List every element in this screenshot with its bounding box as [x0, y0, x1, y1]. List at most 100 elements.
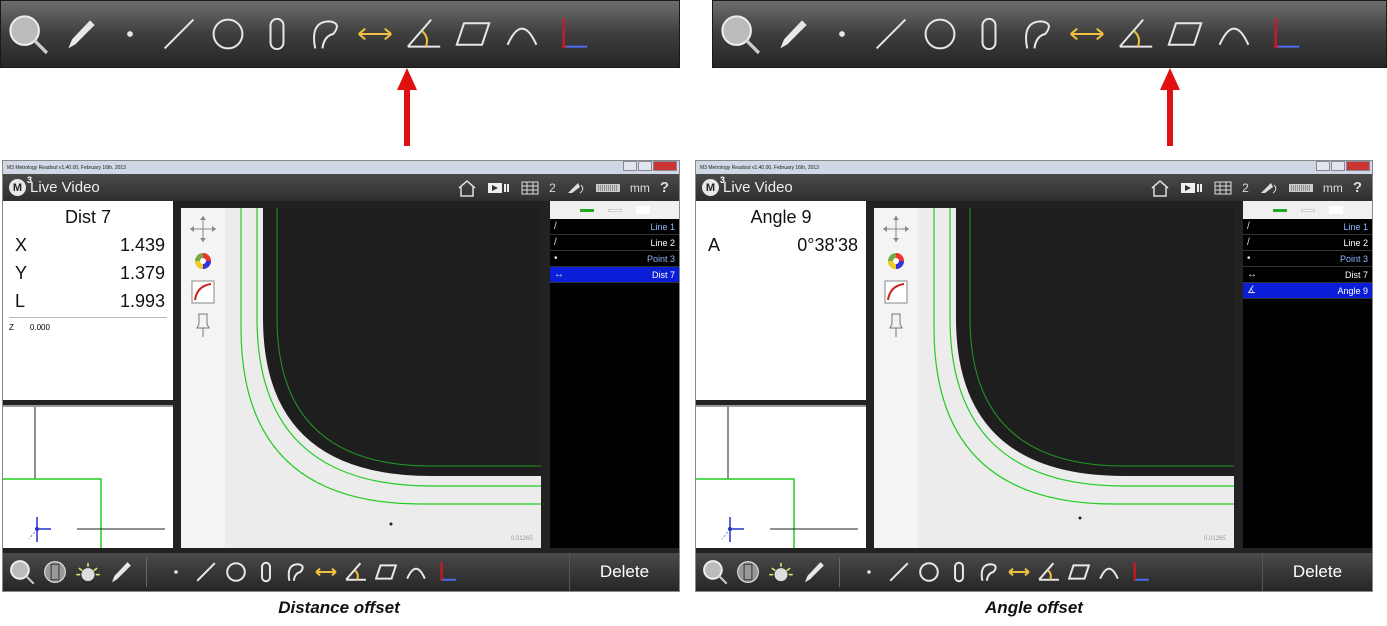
line-icon[interactable]: [161, 16, 197, 52]
curve-icon[interactable]: [1098, 561, 1120, 583]
delete-button[interactable]: Delete: [1262, 553, 1372, 591]
edge-detect-icon[interactable]: [884, 280, 908, 304]
curve-icon[interactable]: [504, 16, 540, 52]
angle-icon[interactable]: [1038, 561, 1060, 583]
curve-icon[interactable]: [1216, 16, 1252, 52]
slot-icon[interactable]: [259, 16, 295, 52]
pencil-icon[interactable]: [775, 16, 811, 52]
arc-icon[interactable]: [285, 561, 307, 583]
white-line-icon[interactable]: [1300, 208, 1315, 212]
circle-icon[interactable]: [210, 16, 246, 52]
white-line-icon[interactable]: [607, 208, 622, 212]
parallelogram-icon[interactable]: [375, 561, 397, 583]
feature-item[interactable]: • Point 3: [550, 251, 679, 267]
feature-item[interactable]: / Line 2: [1243, 235, 1372, 251]
angle-icon[interactable]: [1118, 16, 1154, 52]
keyboard-icon[interactable]: [595, 183, 620, 193]
skew-icon[interactable]: [553, 16, 589, 52]
skew-icon[interactable]: [435, 561, 457, 583]
pencil-icon[interactable]: [108, 559, 134, 585]
arc-icon[interactable]: [978, 561, 1000, 583]
video-icon[interactable]: [487, 181, 511, 195]
video-icon[interactable]: [1180, 181, 1204, 195]
feature-item-selected[interactable]: ↔ Dist 7: [550, 267, 679, 283]
light-icon[interactable]: [768, 559, 794, 585]
line-icon[interactable]: [888, 561, 910, 583]
white-box-icon[interactable]: [1328, 206, 1343, 214]
circle-icon[interactable]: [922, 16, 958, 52]
angle-icon[interactable]: [345, 561, 367, 583]
delete-button[interactable]: Delete: [569, 553, 679, 591]
probe-icon[interactable]: [566, 181, 586, 195]
parallelogram-icon[interactable]: [1068, 561, 1090, 583]
skew-icon[interactable]: [1265, 16, 1301, 52]
pin-icon[interactable]: [195, 312, 211, 338]
light-icon[interactable]: [75, 559, 101, 585]
arc-icon[interactable]: [1020, 16, 1056, 52]
arc-icon[interactable]: [308, 16, 344, 52]
point-icon[interactable]: [112, 16, 148, 52]
fixture-icon[interactable]: [735, 559, 761, 585]
part-view[interactable]: [696, 405, 866, 548]
feature-item-selected[interactable]: ∡ Angle 9: [1243, 283, 1372, 299]
point-icon[interactable]: [165, 561, 187, 583]
probe-icon[interactable]: [1259, 181, 1279, 195]
green-line-icon[interactable]: [1272, 208, 1287, 212]
magnifier-icon[interactable]: [7, 13, 49, 55]
distance-icon[interactable]: [1008, 561, 1030, 583]
magnifier-icon[interactable]: [719, 13, 761, 55]
line-icon[interactable]: [195, 561, 217, 583]
part-view[interactable]: [3, 405, 173, 548]
skew-icon[interactable]: [1128, 561, 1150, 583]
minimize-button[interactable]: [623, 161, 637, 171]
help-button[interactable]: ?: [1353, 179, 1362, 196]
maximize-button[interactable]: [1331, 161, 1345, 171]
home-icon[interactable]: [1150, 179, 1170, 197]
feature-item[interactable]: • Point 3: [1243, 251, 1372, 267]
circle-icon[interactable]: [918, 561, 940, 583]
circle-icon[interactable]: [225, 561, 247, 583]
feature-item[interactable]: / Line 2: [550, 235, 679, 251]
minimize-button[interactable]: [1316, 161, 1330, 171]
color-wheel-icon[interactable]: [887, 252, 905, 270]
fixture-icon[interactable]: [42, 559, 68, 585]
page-number[interactable]: 2: [549, 181, 556, 195]
angle-icon[interactable]: [406, 16, 442, 52]
home-icon[interactable]: [457, 179, 477, 197]
maximize-button[interactable]: [638, 161, 652, 171]
grid-icon[interactable]: [1214, 181, 1232, 195]
point-icon[interactable]: [858, 561, 880, 583]
edge-detect-icon[interactable]: [191, 280, 215, 304]
parallelogram-icon[interactable]: [1167, 16, 1203, 52]
point-icon[interactable]: [824, 16, 860, 52]
feature-item[interactable]: / Line 1: [550, 219, 679, 235]
feature-item[interactable]: ↔ Dist 7: [1243, 267, 1372, 283]
pencil-icon[interactable]: [63, 16, 99, 52]
parallelogram-icon[interactable]: [455, 16, 491, 52]
line-icon[interactable]: [873, 16, 909, 52]
close-button[interactable]: [653, 161, 677, 171]
live-video-view[interactable]: 0.01265: [874, 208, 1234, 548]
move-icon[interactable]: [881, 214, 911, 244]
distance-icon[interactable]: [357, 16, 393, 52]
slot-icon[interactable]: [255, 561, 277, 583]
curve-icon[interactable]: [405, 561, 427, 583]
white-box-icon[interactable]: [635, 206, 650, 214]
close-button[interactable]: [1346, 161, 1370, 171]
color-wheel-icon[interactable]: [194, 252, 212, 270]
units-label[interactable]: mm: [1323, 181, 1343, 195]
distance-icon[interactable]: [315, 561, 337, 583]
slot-icon[interactable]: [971, 16, 1007, 52]
grid-icon[interactable]: [521, 181, 539, 195]
magnifier-icon[interactable]: [702, 559, 728, 585]
pencil-icon[interactable]: [801, 559, 827, 585]
green-line-icon[interactable]: [579, 208, 594, 212]
move-icon[interactable]: [188, 214, 218, 244]
page-number[interactable]: 2: [1242, 181, 1249, 195]
slot-icon[interactable]: [948, 561, 970, 583]
distance-icon[interactable]: [1069, 16, 1105, 52]
keyboard-icon[interactable]: [1288, 183, 1313, 193]
pin-icon[interactable]: [888, 312, 904, 338]
live-video-view[interactable]: 0.01265: [181, 208, 541, 548]
units-label[interactable]: mm: [630, 181, 650, 195]
